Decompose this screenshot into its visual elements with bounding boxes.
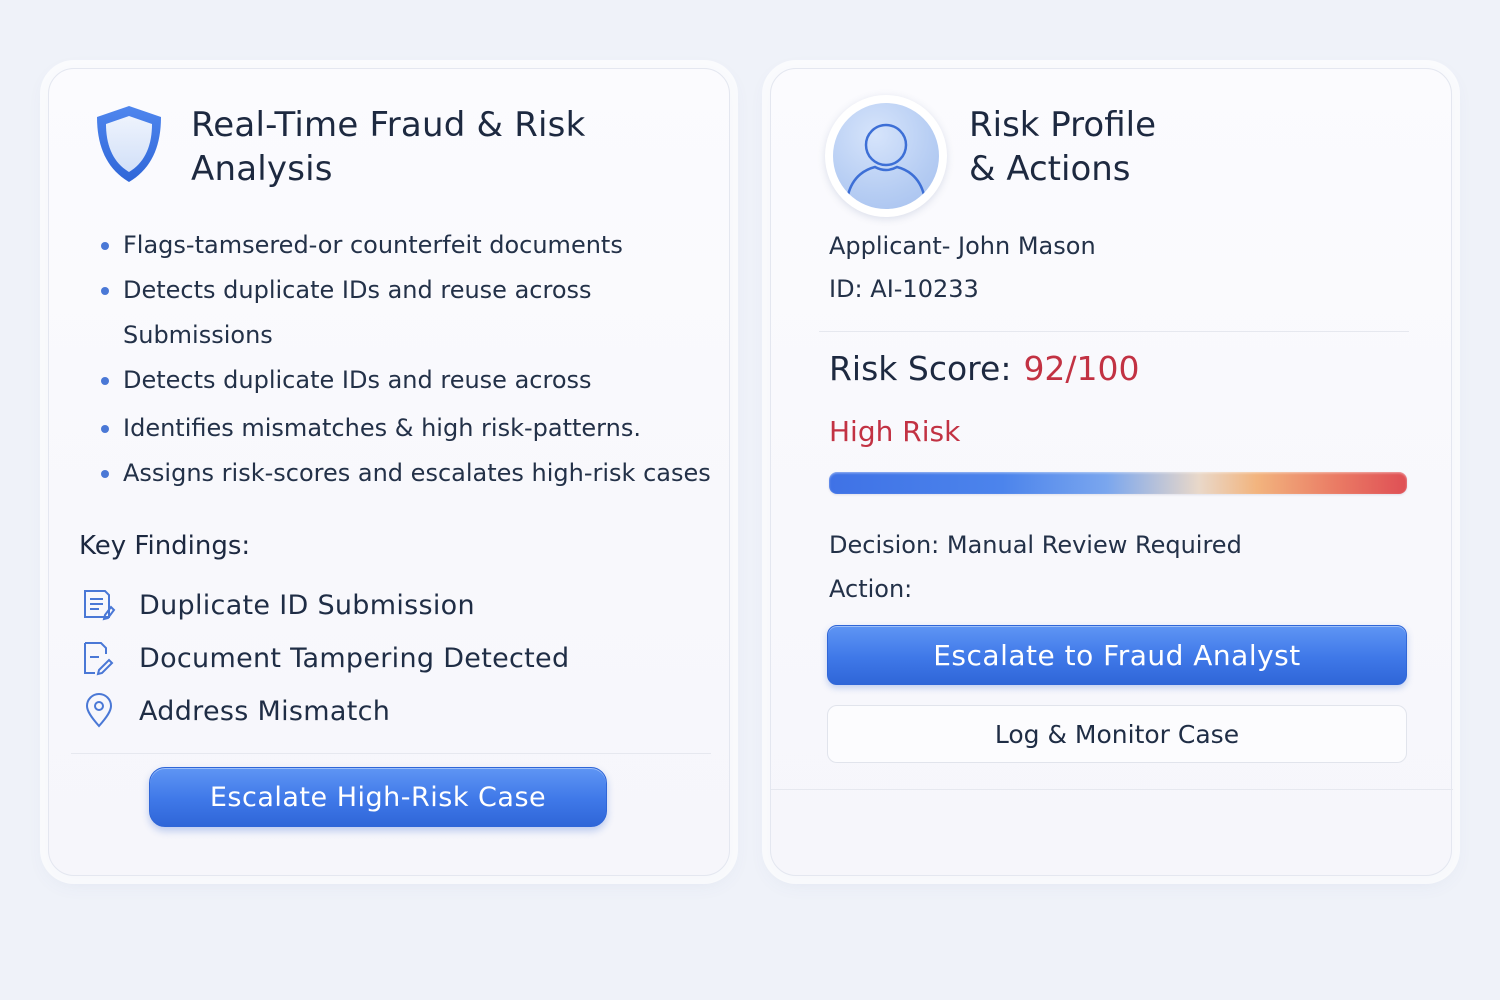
log-monitor-button[interactable]: Log & Monitor Case [827, 705, 1407, 763]
list-item: Detects duplicate IDs and reuse across [101, 358, 721, 403]
applicant-id: ID: AI-10233 [829, 275, 979, 303]
bullet-dot [101, 242, 109, 250]
finding-label: Address Mismatch [139, 695, 391, 727]
panel-title: Real-Time Fraud & Risk Analysis [191, 103, 691, 191]
action-label: Action: [829, 575, 913, 603]
risk-profile-card: Risk Profile & Actions Applicant- John M… [770, 68, 1453, 876]
title-line-2: Analysis [191, 149, 333, 189]
title-line-2: & Actions [969, 149, 1131, 189]
title-line-1: Risk Profile [969, 105, 1156, 145]
title-line-1: Real-Time Fraud & Risk [191, 105, 586, 145]
divider [771, 789, 1453, 790]
finding-item: Duplicate ID Submission [79, 579, 679, 631]
list-item: Identifies mismatches & high risk-patter… [101, 406, 721, 451]
applicant-info: Applicant- John Mason ID: AI-10233 [829, 225, 1096, 311]
decision-block: Decision: Manual Review Required Action: [829, 523, 1242, 611]
risk-gradient-bar [829, 472, 1407, 494]
avatar [825, 95, 947, 217]
document-list-icon [79, 585, 139, 625]
bullet-dot [101, 287, 109, 295]
finding-item: Document Tampering Detected [79, 632, 679, 684]
capabilities-list: Flags-tamsered-or counterfeit documents … [101, 223, 721, 496]
document-edit-icon [79, 638, 139, 678]
risk-score: Risk Score: 92/100 [829, 349, 1140, 388]
divider [819, 331, 1409, 332]
risk-score-label: Risk Score: [829, 349, 1012, 388]
fraud-analysis-card: Real-Time Fraud & Risk Analysis Flags-ta… [48, 68, 730, 876]
list-item: Assigns risk-scores and escalates high-r… [101, 451, 721, 496]
finding-label: Document Tampering Detected [139, 642, 570, 674]
bullet-dot [101, 377, 109, 385]
panel-title: Risk Profile & Actions [969, 103, 1369, 191]
finding-item: Address Mismatch [79, 685, 679, 737]
finding-label: Duplicate ID Submission [139, 589, 475, 621]
escalate-to-analyst-button[interactable]: Escalate to Fraud Analyst [827, 625, 1407, 685]
decision-text: Decision: Manual Review Required [829, 531, 1242, 559]
applicant-name: Applicant- John Mason [829, 232, 1096, 260]
page: Real-Time Fraud & Risk Analysis Flags-ta… [0, 0, 1500, 1000]
divider [71, 753, 711, 754]
findings-list: Duplicate ID Submission Document Tamperi… [79, 579, 679, 738]
shield-icon [97, 106, 161, 182]
list-item: Flags-tamsered-or counterfeit documents [101, 223, 721, 268]
list-item: Detects duplicate IDs and reuse across [101, 268, 721, 313]
escalate-high-risk-button[interactable]: Escalate High-Risk Case [149, 767, 607, 827]
risk-level-badge: High Risk [829, 415, 961, 448]
bullet-dot [101, 470, 109, 478]
location-pin-icon [79, 691, 139, 731]
bullet-dot [101, 425, 109, 433]
risk-score-value: 92/100 [1023, 349, 1140, 388]
user-avatar-icon [833, 103, 939, 209]
key-findings-heading: Key Findings: [79, 531, 251, 561]
list-item-continuation: Submissions [123, 321, 273, 349]
